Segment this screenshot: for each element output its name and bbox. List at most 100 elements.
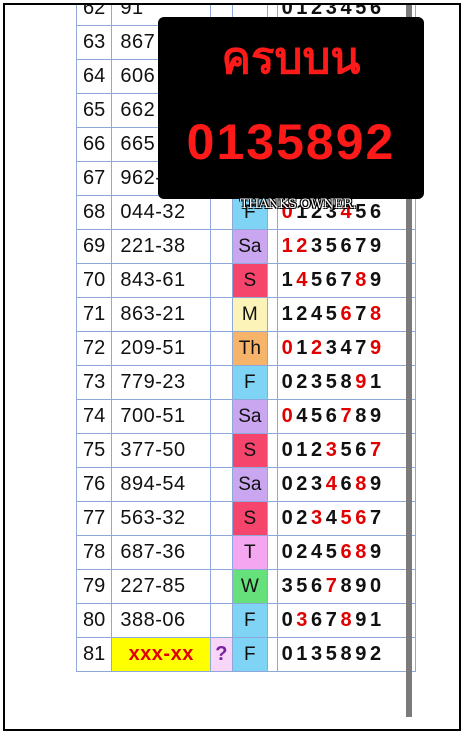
question-mark: [210, 399, 233, 434]
draw-result: 843-61: [111, 263, 212, 298]
digit: 8: [340, 371, 356, 393]
digit-set: 0234567: [276, 501, 416, 536]
digit: 0: [281, 371, 297, 393]
digit: 7: [355, 337, 370, 359]
digit-set: 0456789: [276, 399, 416, 434]
spacer-cell: [267, 263, 278, 298]
question-mark: [210, 297, 233, 332]
digit: 2: [296, 235, 312, 257]
spacer-cell: [267, 501, 278, 536]
spacer-cell: [267, 365, 278, 400]
digit: 1: [281, 303, 297, 325]
digit: 2: [296, 473, 312, 495]
digit: 2: [296, 303, 312, 325]
digit: 9: [369, 269, 385, 291]
table-row: 77 563-32 S 0234567: [76, 501, 416, 536]
digit: 5: [325, 235, 341, 257]
question-mark: [210, 535, 233, 570]
digit: 9: [369, 541, 385, 563]
digit: 5: [325, 643, 341, 665]
digit: 9: [355, 575, 370, 597]
draw-result: 563-32: [111, 501, 212, 536]
digit: 2: [311, 439, 326, 461]
digit-set: 1245678: [276, 297, 416, 332]
banner-thanks-caption: THANKS OWNER.: [240, 197, 356, 212]
digit: 8: [355, 269, 370, 291]
digit: 3: [281, 575, 297, 597]
row-number: 80: [76, 603, 113, 638]
row-number: 73: [76, 365, 113, 400]
draw-result: 221-38: [111, 229, 212, 264]
digit-set: 0234689: [276, 467, 416, 502]
digit-set: 0367891: [276, 603, 416, 638]
digit: 1: [369, 371, 385, 393]
draw-result: 687-36: [111, 535, 212, 570]
table-row: 75 377-50 S 0123567: [76, 433, 416, 468]
draw-result: 227-85: [111, 569, 212, 604]
row-number: 81: [76, 637, 113, 672]
table-row: 72 209-51 Th 0123479: [76, 331, 416, 366]
day-badge: Sa: [231, 399, 269, 434]
digit: 9: [369, 405, 385, 427]
day-badge: Sa: [231, 229, 269, 264]
digit: 3: [325, 337, 341, 359]
digit: 9: [369, 235, 385, 257]
digit: 6: [340, 303, 356, 325]
digit: 6: [340, 473, 356, 495]
digit: 2: [296, 371, 312, 393]
digit: 6: [325, 405, 341, 427]
table-row: 78 687-36 T 0245689: [76, 535, 416, 570]
digit: 7: [340, 405, 356, 427]
digit: 6: [355, 507, 370, 529]
question-mark: [210, 331, 233, 366]
digit-set: 0235891: [276, 365, 416, 400]
day-badge: F: [231, 637, 269, 672]
day-badge: Sa: [231, 467, 269, 502]
digit: 5: [340, 507, 356, 529]
digit: 3: [325, 439, 341, 461]
digit-set: 0245689: [276, 535, 416, 570]
row-number: 79: [76, 569, 113, 604]
draw-result: 700-51: [111, 399, 212, 434]
table-row: 76 894-54 Sa 0234689: [76, 467, 416, 502]
digit: 5: [311, 405, 326, 427]
question-mark: [210, 195, 233, 230]
digit: 7: [340, 269, 356, 291]
digit: 5: [296, 575, 312, 597]
question-mark: [210, 467, 233, 502]
spacer-cell: [267, 467, 278, 502]
digit: 5: [325, 541, 341, 563]
row-number: 65: [76, 93, 113, 128]
table-row: 74 700-51 Sa 0456789: [76, 399, 416, 434]
digit: 7: [369, 507, 385, 529]
spacer-cell: [267, 229, 278, 264]
digit-set: 1456789: [276, 263, 416, 298]
draw-result: 388-06: [111, 603, 212, 638]
digit: 8: [369, 303, 385, 325]
digit-set: 1235679: [276, 229, 416, 264]
spacer-cell: [267, 433, 278, 468]
digit: 8: [355, 473, 370, 495]
day-badge: F: [231, 603, 269, 638]
row-number: 72: [76, 331, 113, 366]
row-number: 62: [76, 5, 113, 26]
digit: 3: [311, 643, 326, 665]
digit: 0: [281, 405, 297, 427]
digit: 4: [325, 473, 341, 495]
digit: 4: [311, 303, 326, 325]
digit: 0: [281, 541, 297, 563]
draw-result: 209-51: [111, 331, 212, 366]
digit: 7: [369, 439, 385, 461]
digit: 6: [311, 575, 326, 597]
banner-number: 0135892: [186, 114, 396, 170]
digit: 7: [325, 609, 341, 631]
spacer-cell: [267, 297, 278, 332]
digit: 9: [369, 473, 385, 495]
spacer-cell: [267, 331, 278, 366]
question-mark: [210, 263, 233, 298]
digit: 8: [340, 609, 356, 631]
digit: 2: [296, 507, 312, 529]
digit: 3: [311, 473, 326, 495]
digit: 1: [281, 235, 297, 257]
spacer-cell: [267, 603, 278, 638]
